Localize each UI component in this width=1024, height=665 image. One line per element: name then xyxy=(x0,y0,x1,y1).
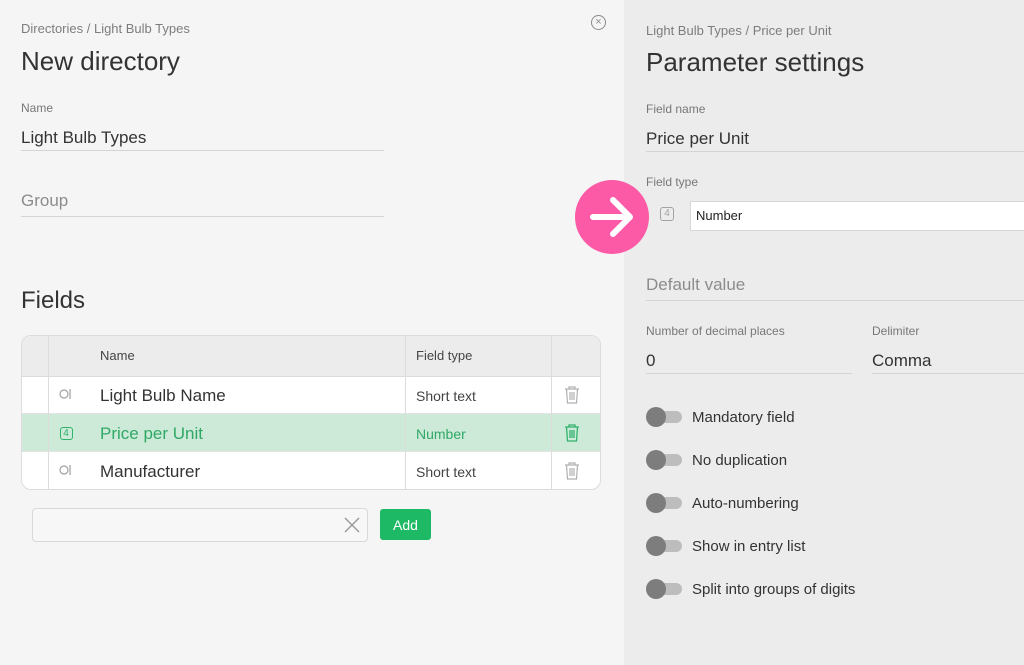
column-divider xyxy=(405,336,406,489)
field-type-cell: Short text xyxy=(416,388,476,404)
mandatory-field-toggle[interactable] xyxy=(646,407,682,427)
delimiter-label: Delimiter xyxy=(872,324,920,338)
table-row[interactable]: Light Bulb Name Short text xyxy=(22,376,600,414)
auto-numbering-label: Auto-numbering xyxy=(692,495,799,512)
column-divider xyxy=(48,336,49,489)
number-type-icon: 4 xyxy=(660,207,674,221)
add-button[interactable]: Add xyxy=(380,509,431,540)
column-header-name: Name xyxy=(100,348,135,363)
search-field-icon xyxy=(58,462,74,478)
new-directory-panel: Directories / Light Bulb Types × New dir… xyxy=(0,0,624,665)
field-type-value: Number xyxy=(696,208,743,223)
split-digits-label: Split into groups of digits xyxy=(692,581,856,598)
name-field[interactable]: Light Bulb Types xyxy=(21,128,146,148)
delimiter-select[interactable]: Comma xyxy=(872,351,932,371)
group-field[interactable]: Group xyxy=(21,191,68,211)
settings-breadcrumb: Light Bulb Types / Price per Unit xyxy=(646,23,832,38)
auto-numbering-toggle[interactable] xyxy=(646,493,682,513)
column-divider xyxy=(551,336,552,489)
breadcrumb: Directories / Light Bulb Types xyxy=(21,21,190,36)
clear-icon[interactable] xyxy=(343,516,361,534)
number-field-icon: 4 xyxy=(58,424,74,440)
fields-section-title: Fields xyxy=(21,287,86,314)
no-duplication-label: No duplication xyxy=(692,452,788,469)
close-icon[interactable]: × xyxy=(591,15,606,30)
trash-icon[interactable] xyxy=(563,385,581,405)
name-underline xyxy=(21,150,384,151)
show-in-entry-list-toggle[interactable] xyxy=(646,536,682,556)
column-header-field-type: Field type xyxy=(416,348,473,363)
settings-title: Parameter settings xyxy=(646,47,865,77)
table-row-selected[interactable]: 4 Price per Unit Number xyxy=(22,414,600,452)
split-digits-toggle[interactable] xyxy=(646,579,682,599)
name-label: Name xyxy=(21,101,54,115)
field-name-cell: Price per Unit xyxy=(100,424,203,443)
table-row[interactable]: Manufacturer Short text xyxy=(22,452,600,489)
decimal-underline xyxy=(646,373,852,374)
decimal-places-input[interactable]: 0 xyxy=(646,351,655,371)
table-header: Name Field type xyxy=(22,336,600,377)
page-title: New directory xyxy=(21,46,180,76)
field-type-cell: Short text xyxy=(416,464,476,480)
field-type-label: Field type xyxy=(646,175,699,189)
default-value-field[interactable]: Default value xyxy=(646,275,745,295)
fields-table: Name Field type Light Bulb Name Short te… xyxy=(21,335,601,490)
field-name-underline xyxy=(646,151,1024,152)
show-in-entry-list-label: Show in entry list xyxy=(692,538,806,555)
arrow-right-icon xyxy=(575,180,649,254)
decimal-places-label: Number of decimal places xyxy=(646,324,785,338)
trash-icon[interactable] xyxy=(563,461,581,481)
field-name-cell: Light Bulb Name xyxy=(100,386,226,405)
search-field-icon xyxy=(58,386,74,402)
field-name-cell: Manufacturer xyxy=(100,462,201,481)
number-icon-digit: 4 xyxy=(59,427,73,440)
group-underline xyxy=(21,216,384,217)
delimiter-underline xyxy=(872,373,1024,374)
mandatory-field-label: Mandatory field xyxy=(692,409,795,426)
field-name-label: Field name xyxy=(646,102,706,116)
field-type-cell: Number xyxy=(416,426,466,442)
new-field-input[interactable] xyxy=(32,508,368,542)
field-name-input[interactable]: Price per Unit xyxy=(646,129,749,149)
trash-icon[interactable] xyxy=(563,423,581,443)
no-duplication-toggle[interactable] xyxy=(646,450,682,470)
default-value-underline xyxy=(646,300,1024,301)
